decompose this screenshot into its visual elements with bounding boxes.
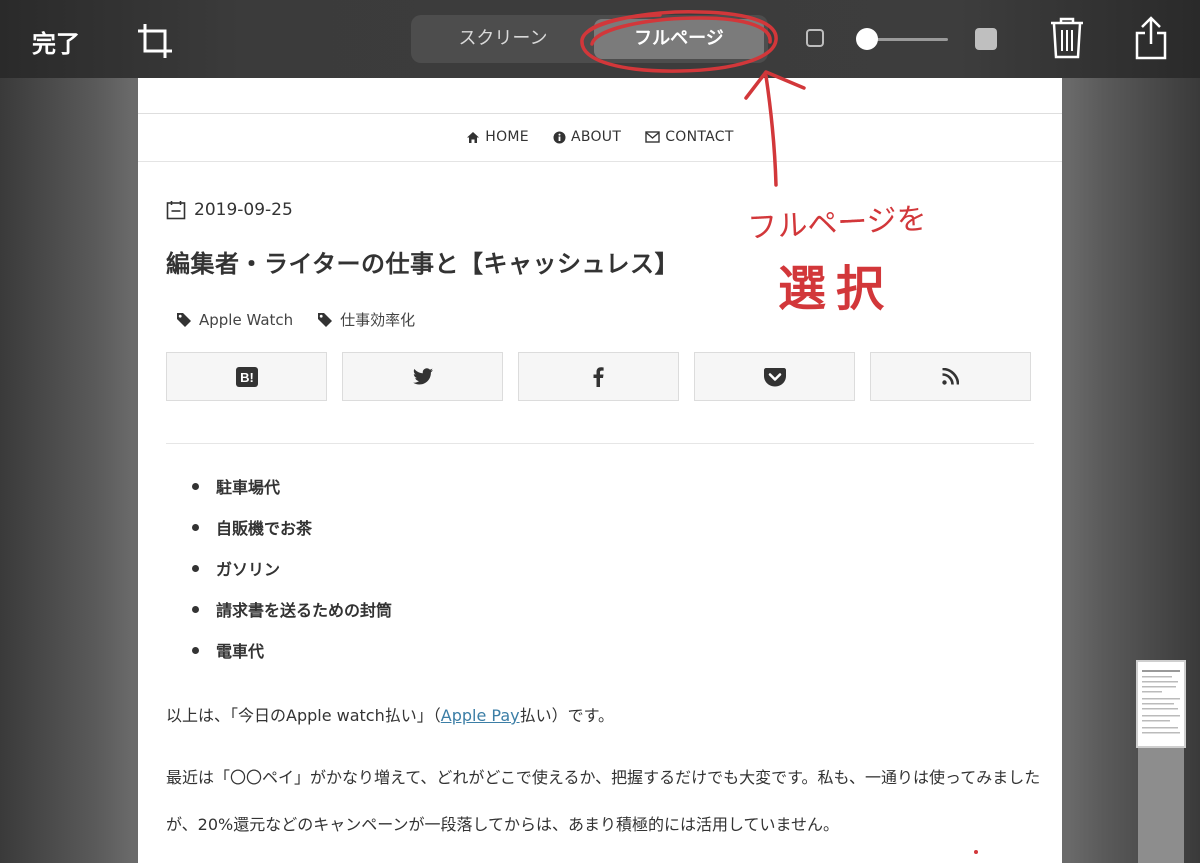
share-pocket-button[interactable]: [694, 352, 855, 401]
list-item: 電車代: [176, 638, 392, 679]
share-facebook-button[interactable]: [518, 352, 679, 401]
small-size-icon: [806, 29, 824, 47]
list-item: 自販機でお茶: [176, 515, 392, 556]
nav-home[interactable]: HOME: [466, 129, 529, 145]
summary-paragraph: 以上は、「今日のApple watch払い」（Apple Pay払い）です。: [166, 702, 614, 726]
done-button[interactable]: 完了: [32, 24, 80, 59]
site-nav: HOME ABOUT CONTACT: [138, 114, 1062, 162]
facebook-icon: [593, 366, 604, 387]
share-buttons: B!: [166, 352, 1031, 401]
trash-icon[interactable]: [1048, 16, 1086, 60]
summary-text-after: 払い）です。: [519, 706, 614, 725]
tag-work-efficiency[interactable]: 仕事効率化: [317, 309, 415, 330]
page-thumbnail-strip: [1136, 660, 1186, 863]
body-paragraph: 最近は「〇〇ペイ」がかなり増えて、どれがどこで使えるか、把握するだけでも大変です…: [166, 768, 1041, 834]
summary-text-before: 以上は、「今日のApple watch払い」（: [166, 706, 441, 725]
rss-icon: [942, 368, 959, 385]
share-hatena-button[interactable]: B!: [166, 352, 327, 401]
tag-apple-watch[interactable]: Apple Watch: [176, 309, 293, 330]
thumbnail-preview: [1142, 670, 1180, 734]
twitter-icon: [412, 368, 433, 385]
list-item: ガソリン: [176, 556, 392, 597]
nav-about[interactable]: ABOUT: [553, 129, 621, 145]
site-header: [138, 78, 1062, 114]
info-icon: [553, 131, 566, 143]
opacity-slider[interactable]: [852, 25, 948, 53]
content-divider: [166, 443, 1034, 444]
envelope-icon: [645, 131, 660, 143]
post-date: 2019-09-25: [166, 200, 293, 220]
share-twitter-button[interactable]: [342, 352, 503, 401]
nav-contact-label: CONTACT: [665, 129, 734, 145]
capture-mode-segmented-control: スクリーン フルページ: [411, 15, 768, 63]
expense-list: 駐車場代 自販機でお茶 ガソリン 請求書を送るための封筒 電車代: [176, 474, 392, 679]
tag-icon: [177, 312, 191, 327]
list-item: 駐車場代: [176, 474, 392, 515]
post-title: 編集者・ライターの仕事と【キャッシュレス】: [166, 250, 680, 278]
list-item: 請求書を送るための封筒: [176, 597, 392, 638]
nav-contact[interactable]: CONTACT: [645, 129, 734, 145]
post-tags: Apple Watch 仕事効率化: [176, 309, 415, 330]
slider-thumb[interactable]: [855, 28, 878, 50]
thumbnail-remaining-page: [1138, 748, 1184, 863]
hatena-bookmark-icon: B!: [235, 366, 258, 387]
tag-label: Apple Watch: [199, 310, 294, 329]
page-preview: HOME ABOUT CONTACT 2019-09-25 編集者・ライターの仕…: [138, 78, 1062, 863]
svg-text:B!: B!: [240, 370, 254, 385]
tag-label: 仕事効率化: [340, 311, 416, 329]
segment-screen[interactable]: スクリーン: [415, 19, 591, 59]
large-size-icon: [975, 28, 997, 50]
nav-about-label: ABOUT: [570, 129, 622, 145]
crop-icon[interactable]: [136, 22, 174, 60]
tag-icon: [318, 312, 333, 327]
share-icon[interactable]: [1132, 14, 1170, 62]
thumbnail-viewport[interactable]: [1136, 660, 1186, 748]
home-icon: [467, 131, 480, 143]
share-rss-button[interactable]: [870, 352, 1031, 401]
apple-pay-link[interactable]: Apple Pay: [441, 706, 520, 725]
nav-home-label: HOME: [485, 129, 529, 145]
segment-full-page[interactable]: フルページ: [594, 19, 764, 59]
screenshot-editor-toolbar: 完了 スクリーン フルページ: [0, 0, 1200, 78]
calendar-icon: [166, 201, 186, 220]
pocket-icon: [763, 367, 786, 386]
post-date-text: 2019-09-25: [194, 200, 293, 220]
